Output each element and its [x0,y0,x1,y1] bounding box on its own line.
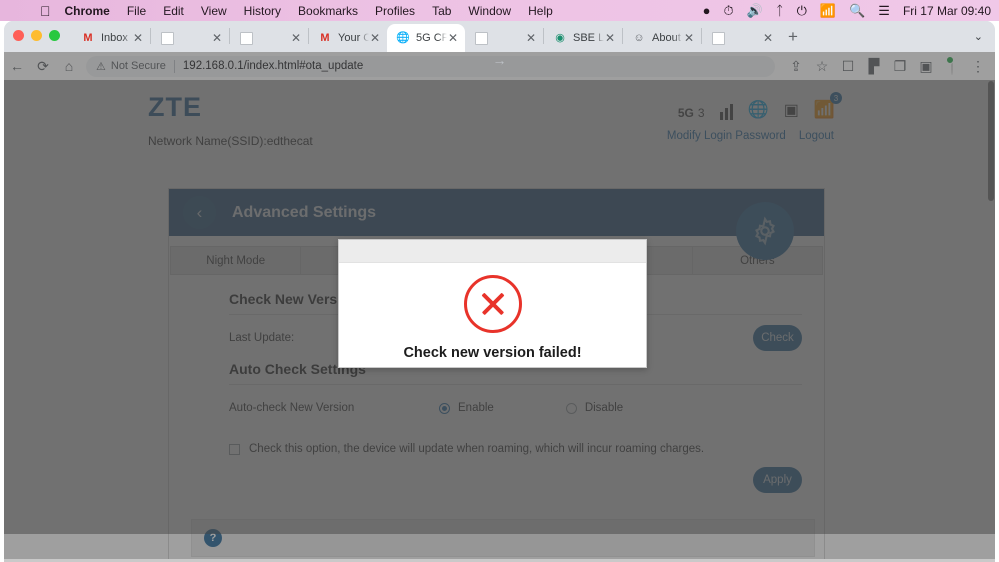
volume-icon[interactable]: 🔊 [747,4,763,17]
tab-close-icon[interactable]: ✕ [132,32,144,44]
tab-close-icon[interactable]: ✕ [369,32,381,44]
browser-tab[interactable]: ✕ [151,24,229,52]
battery-icon[interactable]: ⏻ [797,4,807,17]
menu-item-view[interactable]: View [201,4,227,18]
menu-item-profiles[interactable]: Profiles [375,4,415,18]
new-tab-button[interactable]: + [788,27,798,47]
tab-title: SBE Ltd As [573,32,604,44]
web-page-viewport: ZTE Network Name(SSID):edthecat 5G 3 🌐 ▣… [4,80,995,562]
time-machine-icon[interactable]: ⏱ [723,4,733,17]
tab-close-icon[interactable]: ✕ [290,32,302,44]
user-badge-icon[interactable]: ● [703,4,711,17]
browser-tab[interactable]: M Your Contr ✕ [309,24,387,52]
tab-close-icon[interactable]: ✕ [525,32,537,44]
blank-page-icon [711,31,725,45]
person-icon: ☺ [633,31,645,44]
menu-bar-status-area: ● ⏱ 🔊 ᛏ ⏻ 📶 🔍 ☰ Fri 17 Mar 09:40 [703,4,991,18]
browser-tabs: M Inbox - dav ✕ ✕ ✕ M Your Contr ✕ [72,24,798,52]
bluetooth-icon[interactable]: ᛏ [776,4,784,17]
apple-menu-icon[interactable]:  [40,4,51,18]
menu-item-tab[interactable]: Tab [432,4,451,18]
gmail-icon: M [320,31,330,44]
menu-item-edit[interactable]: Edit [163,4,184,18]
browser-tab[interactable]: ✕ [465,24,543,52]
control-center-icon[interactable]: ☰ [878,4,890,17]
browser-toolbar: ← → ⟳ ⌂ ⚠ Not Secure 192.168.0.1/index.h… [4,52,995,534]
browser-tab[interactable]: ✕ [230,24,308,52]
tab-close-icon[interactable]: ✕ [683,32,695,44]
blank-page-icon [239,31,253,45]
minimize-window-button[interactable] [31,30,42,41]
browser-tab-active[interactable]: 🌐 5G CPE ✕ [387,24,465,52]
dialog-body: Check new version failed! [339,263,646,361]
sbe-icon: ◉ [555,31,565,44]
router-admin-page: ZTE Network Name(SSID):edthecat 5G 3 🌐 ▣… [4,80,995,562]
menu-item-file[interactable]: File [127,4,146,18]
browser-tab[interactable]: ☺ About Jona ✕ [623,24,701,52]
tab-search-chevron-down-icon[interactable]: ⌄ [974,30,983,43]
menu-item-window[interactable]: Window [468,4,511,18]
tab-strip: M Inbox - dav ✕ ✕ ✕ M Your Contr ✕ [4,21,995,52]
tab-close-icon[interactable]: ✕ [447,32,459,44]
tab-title: 5G CPE [416,32,447,44]
tab-title: Your Contr [338,32,369,44]
blank-page-icon [160,31,174,45]
tab-title: Inbox - dav [101,32,132,44]
window-traffic-lights [13,30,60,41]
maximize-window-button[interactable] [49,30,60,41]
macos-menu-bar:  Chrome File Edit View History Bookmark… [0,0,999,21]
menu-item-help[interactable]: Help [528,4,553,18]
blank-page-icon [474,31,488,45]
close-window-button[interactable] [13,30,24,41]
browser-tab[interactable]: ◉ SBE Ltd As ✕ [544,24,622,52]
menu-item-bookmarks[interactable]: Bookmarks [298,4,358,18]
tab-close-icon[interactable]: ✕ [211,32,223,44]
error-dialog: Check new version failed! [338,239,647,368]
menu-item-chrome[interactable]: Chrome [65,4,110,18]
gmail-icon: M [83,31,93,44]
scrollbar-thumb[interactable] [988,81,994,201]
tab-close-icon[interactable]: ✕ [762,32,774,44]
browser-tab[interactable]: ✕ [702,24,780,52]
dialog-message: Check new version failed! [403,345,582,361]
dialog-title-bar [339,240,646,263]
chrome-window: M Inbox - dav ✕ ✕ ✕ M Your Contr ✕ [4,21,995,562]
tab-title: About Jona [652,32,683,44]
spotlight-search-icon[interactable]: 🔍 [849,4,865,17]
browser-tab[interactable]: M Inbox - dav ✕ [72,24,150,52]
error-x-circle-icon [463,275,522,333]
globe-icon: 🌐 [396,31,410,44]
menu-bar-clock[interactable]: Fri 17 Mar 09:40 [903,4,991,18]
menu-item-history[interactable]: History [244,4,281,18]
page-scrollbar[interactable] [987,80,995,562]
wifi-icon[interactable]: 📶 [820,4,836,17]
tab-close-icon[interactable]: ✕ [604,32,616,44]
